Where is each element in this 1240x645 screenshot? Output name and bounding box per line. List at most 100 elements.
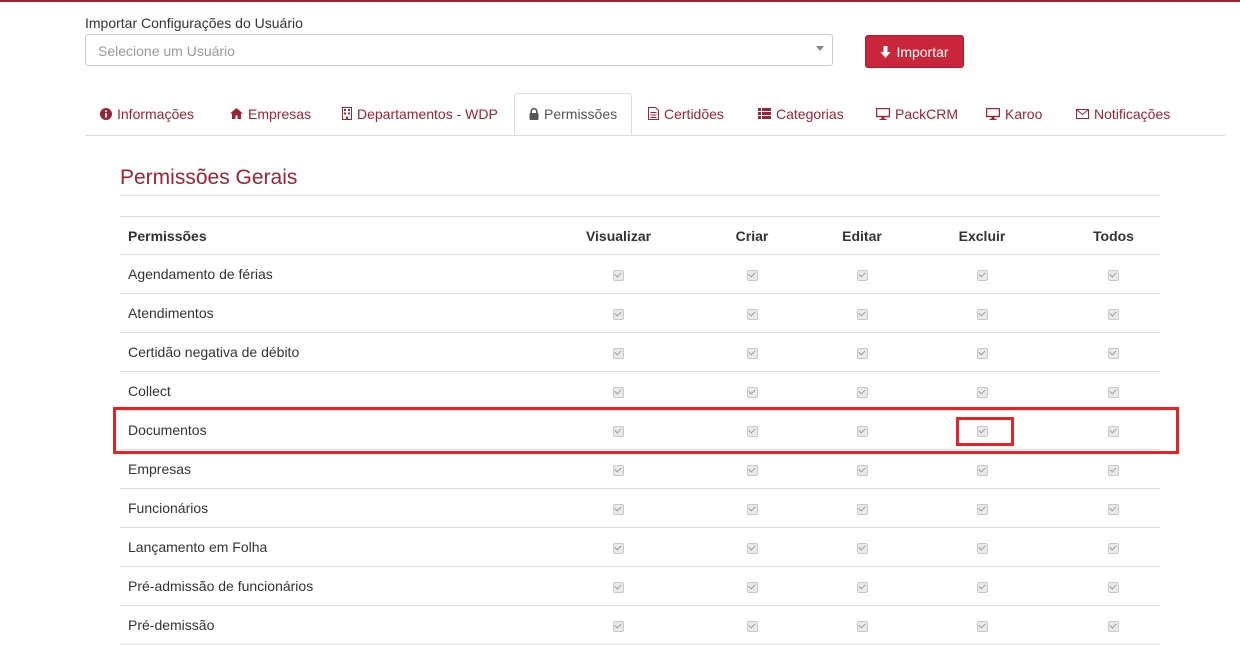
section-divider: [120, 195, 1160, 196]
column-header-permissoes: Permissões: [120, 216, 560, 255]
checkbox-visualizar[interactable]: [613, 620, 624, 632]
checkbox-excluir[interactable]: [976, 620, 988, 632]
cell-visualizar: [560, 410, 677, 450]
cell-todos: [1067, 410, 1160, 450]
checkbox-excluir[interactable]: [976, 425, 988, 437]
cell-visualizar: [560, 371, 677, 411]
import-button[interactable]: Importar: [865, 35, 964, 68]
checkbox-todos[interactable]: [1108, 464, 1119, 476]
desktop-icon: [876, 107, 890, 120]
checkbox-editar[interactable]: [856, 620, 868, 632]
cell-todos: [1067, 293, 1160, 333]
checkbox-criar[interactable]: [746, 308, 758, 320]
cell-excluir: [897, 254, 1067, 294]
tab-certidoes[interactable]: Certidões: [648, 93, 724, 134]
table-row: Pré-demissão: [120, 605, 1160, 645]
checkbox-visualizar[interactable]: [613, 581, 624, 593]
checkbox-excluir[interactable]: [976, 464, 988, 476]
cell-todos: [1067, 527, 1160, 567]
checkbox-excluir[interactable]: [976, 386, 988, 398]
checkbox-criar[interactable]: [746, 581, 758, 593]
checkbox-criar[interactable]: [746, 269, 758, 281]
checkbox-criar[interactable]: [746, 503, 758, 515]
cell-excluir: [897, 410, 1067, 450]
cell-editar: [827, 410, 897, 450]
tab-departamentos[interactable]: Departamentos - WDP: [342, 93, 498, 134]
checkbox-criar[interactable]: [746, 464, 758, 476]
chevron-down-icon: [816, 46, 824, 51]
checkbox-todos[interactable]: [1108, 542, 1119, 554]
checkbox-criar[interactable]: [746, 386, 758, 398]
checkbox-editar[interactable]: [856, 386, 868, 398]
checkbox-editar[interactable]: [856, 308, 868, 320]
cell-editar: [827, 527, 897, 567]
checkbox-excluir[interactable]: [976, 269, 988, 281]
checkbox-visualizar[interactable]: [613, 269, 624, 281]
user-select[interactable]: Selecione um Usuário: [85, 34, 833, 66]
cell-editar: [827, 371, 897, 411]
checkbox-editar[interactable]: [856, 425, 868, 437]
checkbox-visualizar[interactable]: [613, 308, 624, 320]
tab-packcrm[interactable]: PackCRM: [876, 93, 958, 134]
checkbox-excluir[interactable]: [976, 308, 988, 320]
checkbox-criar[interactable]: [746, 347, 758, 359]
table-row: Pré-admissão de funcionários: [120, 566, 1160, 606]
cell-criar: [677, 527, 827, 567]
tab-permissoes[interactable]: Permissões: [514, 93, 633, 135]
checkbox-excluir[interactable]: [976, 542, 988, 554]
cell-criar: [677, 488, 827, 528]
permission-name: Pré-demissão: [120, 605, 560, 645]
checkbox-editar[interactable]: [856, 503, 868, 515]
table-row: Agendamento de férias: [120, 254, 1160, 294]
checkbox-visualizar[interactable]: [613, 503, 624, 515]
tab-empresas[interactable]: Empresas: [230, 93, 311, 134]
checkbox-editar[interactable]: [856, 542, 868, 554]
permissions-table: Permissões Visualizar Criar Editar Exclu…: [120, 216, 1160, 645]
checkbox-todos[interactable]: [1108, 347, 1119, 359]
checkbox-visualizar[interactable]: [613, 464, 624, 476]
tab-notificacoes[interactable]: Notificações: [1076, 93, 1170, 134]
checkbox-todos[interactable]: [1108, 308, 1119, 320]
checkbox-visualizar[interactable]: [613, 425, 624, 437]
tab-karoo[interactable]: Karoo: [986, 93, 1042, 134]
permission-name: Funcionários: [120, 488, 560, 528]
cell-criar: [677, 293, 827, 333]
checkbox-excluir[interactable]: [976, 503, 988, 515]
checkbox-criar[interactable]: [746, 425, 758, 437]
cell-editar: [827, 332, 897, 372]
cell-todos: [1067, 371, 1160, 411]
checkbox-criar[interactable]: [746, 542, 758, 554]
column-header-excluir: Excluir: [897, 216, 1067, 255]
tab-label: Notificações: [1094, 105, 1171, 122]
permission-name: Collect: [120, 371, 560, 411]
checkbox-todos[interactable]: [1108, 581, 1119, 593]
tab-informacoes[interactable]: Informações: [100, 93, 194, 134]
column-header-todos: Todos: [1067, 216, 1160, 255]
checkbox-todos[interactable]: [1108, 620, 1119, 632]
checkbox-visualizar[interactable]: [613, 542, 624, 554]
cell-criar: [677, 410, 827, 450]
checkbox-editar[interactable]: [856, 581, 868, 593]
home-icon: [230, 108, 243, 119]
checkbox-todos[interactable]: [1108, 386, 1119, 398]
checkbox-visualizar[interactable]: [613, 386, 624, 398]
checkbox-excluir[interactable]: [976, 581, 988, 593]
cell-criar: [677, 605, 827, 645]
checkbox-excluir[interactable]: [976, 347, 988, 359]
tab-categorias[interactable]: Categorias: [758, 93, 844, 134]
cell-todos: [1067, 605, 1160, 645]
checkbox-editar[interactable]: [856, 347, 868, 359]
checkbox-todos[interactable]: [1108, 503, 1119, 515]
checkbox-visualizar[interactable]: [613, 347, 624, 359]
checkbox-editar[interactable]: [856, 464, 868, 476]
permission-name: Empresas: [120, 449, 560, 489]
checkbox-todos[interactable]: [1108, 269, 1119, 281]
checkbox-criar[interactable]: [746, 620, 758, 632]
checkbox-todos[interactable]: [1108, 425, 1119, 437]
table-row: Collect: [120, 371, 1160, 411]
permission-name: Pré-admissão de funcionários: [120, 566, 560, 606]
cell-excluir: [897, 488, 1067, 528]
cell-todos: [1067, 488, 1160, 528]
checkbox-editar[interactable]: [856, 269, 868, 281]
cell-excluir: [897, 527, 1067, 567]
